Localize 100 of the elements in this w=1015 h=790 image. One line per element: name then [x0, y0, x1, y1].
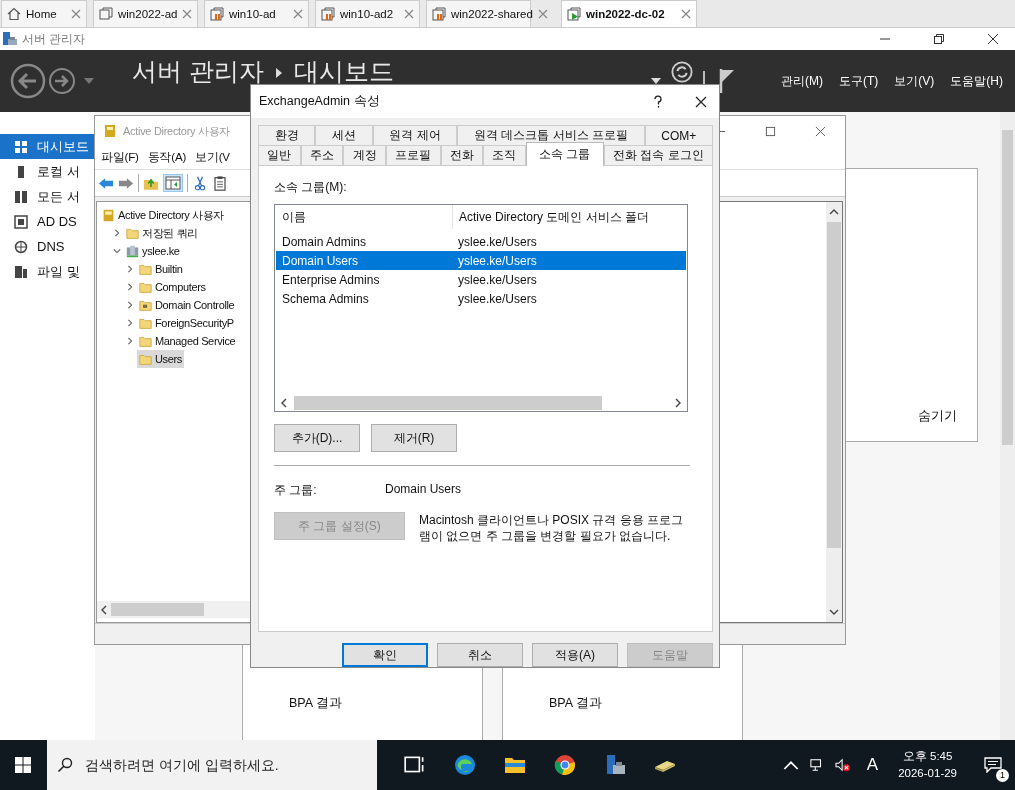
scroll-left-icon[interactable] [100, 604, 108, 615]
list-row[interactable]: Domain Admins yslee.ke/Users [276, 232, 686, 251]
tab[interactable]: 원격 데스크톱 서비스 프로필 [457, 125, 645, 145]
tree-item[interactable]: Builtin [137, 260, 185, 278]
clock[interactable]: 오후 5:45 2026-01-29 [898, 748, 957, 782]
tab[interactable]: 소속 그룹 [525, 142, 604, 166]
tab[interactable]: 전화 접속 로그인 [603, 145, 713, 165]
maximize-icon[interactable] [765, 125, 776, 137]
flag-icon[interactable] [719, 68, 735, 94]
globe-icon [14, 239, 28, 254]
menu-item[interactable]: 파일(F) [101, 150, 139, 165]
sidebar-item[interactable]: 로컬 서 [0, 159, 95, 184]
chevron-right-icon[interactable] [126, 301, 134, 309]
browser-tab[interactable]: win10-ad [204, 0, 309, 27]
tab[interactable]: COM+ [644, 125, 713, 145]
tree-item[interactable]: 저장된 쿼리 [124, 224, 200, 242]
scrollbar-thumb[interactable] [294, 395, 602, 410]
tile-item[interactable]: BPA 결과 [289, 695, 482, 712]
restore-icon[interactable] [933, 33, 945, 45]
tab[interactable]: 일반 [258, 145, 301, 165]
search-bar[interactable]: 검색하려면 여기에 입력하세요. [47, 740, 377, 790]
menu-item[interactable]: 동작(A) [147, 150, 187, 165]
sidebar-item[interactable]: 대시보드 [0, 134, 95, 159]
tree-item[interactable]: Users [137, 350, 184, 368]
browser-tab[interactable]: Home [1, 0, 87, 27]
add-button[interactable]: 추가(D)... [274, 424, 360, 452]
tile-item[interactable]: BPA 결과 [549, 695, 742, 712]
close-icon[interactable] [695, 95, 707, 108]
tab[interactable]: 주소 [300, 145, 344, 165]
tree-item[interactable]: ForeignSecurityP [137, 314, 236, 332]
browser-tab[interactable]: win10-ad2 [315, 0, 420, 27]
help-icon[interactable] [653, 94, 663, 109]
console-tree-icon[interactable] [163, 174, 183, 192]
tab[interactable]: 프로필 [385, 145, 441, 165]
tree-item[interactable]: Active Directory 사용자 [100, 206, 227, 224]
scrollbar-thumb[interactable] [827, 222, 841, 548]
dialog-button[interactable]: 취소 [437, 643, 523, 667]
tab[interactable]: 조직 [483, 145, 526, 165]
tab[interactable]: 세션 [315, 125, 373, 145]
chevron-right-icon[interactable] [126, 319, 134, 327]
browser-tab[interactable]: win2022-dc-02 [561, 0, 697, 27]
tab[interactable]: 원격 제어 [372, 125, 458, 145]
search-input[interactable]: 검색하려면 여기에 입력하세요. [83, 756, 367, 774]
menu-item[interactable]: 보기(V [195, 150, 230, 165]
menu-item[interactable]: 보기(V) [894, 72, 935, 90]
scrollbar[interactable] [97, 601, 250, 618]
tree-item[interactable]: yslee.ke [124, 242, 182, 260]
remove-button[interactable]: 제거(R) [371, 424, 457, 452]
scrollbar-thumb[interactable] [1002, 130, 1013, 445]
chevron-right-icon[interactable] [126, 283, 134, 291]
refresh-icon[interactable] [671, 61, 693, 83]
muted-speaker-icon[interactable] [834, 758, 851, 772]
tree-item[interactable]: Managed Service [137, 332, 238, 350]
tree-item[interactable]: Computers [137, 278, 208, 296]
notification-button[interactable]: 1 [971, 740, 1015, 790]
windows-logo-icon[interactable] [15, 757, 31, 773]
scroll-right-icon[interactable] [674, 397, 682, 408]
chevron-right-icon[interactable] [113, 229, 121, 237]
list-row[interactable]: Domain Users yslee.ke/Users [276, 251, 686, 270]
chevron-right-icon[interactable] [126, 265, 134, 273]
scrollbar[interactable] [826, 202, 842, 622]
close-icon[interactable] [987, 33, 999, 45]
tab[interactable]: 계정 [343, 145, 386, 165]
scissors-icon[interactable] [192, 175, 208, 191]
forward-icon[interactable] [48, 67, 76, 95]
chrome-icon[interactable] [553, 753, 577, 777]
sidebar-item[interactable]: DNS [0, 234, 95, 259]
sidebar-item[interactable]: 모든 서 [0, 184, 95, 209]
column-header[interactable]: Active Directory 도메인 서비스 폴더 [452, 205, 686, 229]
chevron-down-icon[interactable] [113, 247, 121, 255]
scrollbar[interactable] [1000, 112, 1015, 740]
tab[interactable]: 전화 [440, 145, 484, 165]
scrollbar-thumb[interactable] [111, 603, 204, 616]
browser-tab[interactable]: win2022-ad [93, 0, 198, 27]
tree-item[interactable]: Domain Controlle [137, 296, 237, 314]
tab[interactable]: 환경 [258, 125, 316, 145]
dialog-button[interactable]: 적용(A) [532, 643, 618, 667]
browser-icon[interactable] [453, 753, 477, 777]
sidebar-item[interactable]: AD DS [0, 209, 95, 234]
dialog-button[interactable]: 확인 [342, 643, 428, 667]
back-icon[interactable] [10, 63, 46, 99]
menu-item[interactable]: 도움말(H) [950, 72, 1003, 90]
chevron-right-icon[interactable] [126, 337, 134, 345]
folder-icon [139, 262, 152, 276]
input-method-indicator[interactable]: A [866, 755, 879, 775]
list-row[interactable]: Enterprise Admins yslee.ke/Users [276, 270, 686, 289]
window-icon [99, 7, 113, 21]
running-window-icon [567, 7, 581, 21]
column-header[interactable]: 이름 [282, 205, 452, 229]
scroll-left-icon[interactable] [280, 397, 288, 408]
list-row[interactable]: Schema Admins yslee.ke/Users [276, 289, 686, 308]
menu-item[interactable]: 관리(M) [781, 72, 823, 90]
scroll-down-icon[interactable] [829, 608, 839, 616]
clipboard-icon[interactable] [212, 175, 228, 191]
folder-icon [139, 352, 152, 366]
scroll-up-icon[interactable] [829, 208, 839, 216]
hide-link[interactable]: 숨기기 [918, 408, 957, 425]
sidebar-item[interactable]: 파일 및 [0, 259, 95, 284]
search-icon [57, 757, 73, 773]
menu-item[interactable]: 도구(T) [839, 72, 879, 90]
